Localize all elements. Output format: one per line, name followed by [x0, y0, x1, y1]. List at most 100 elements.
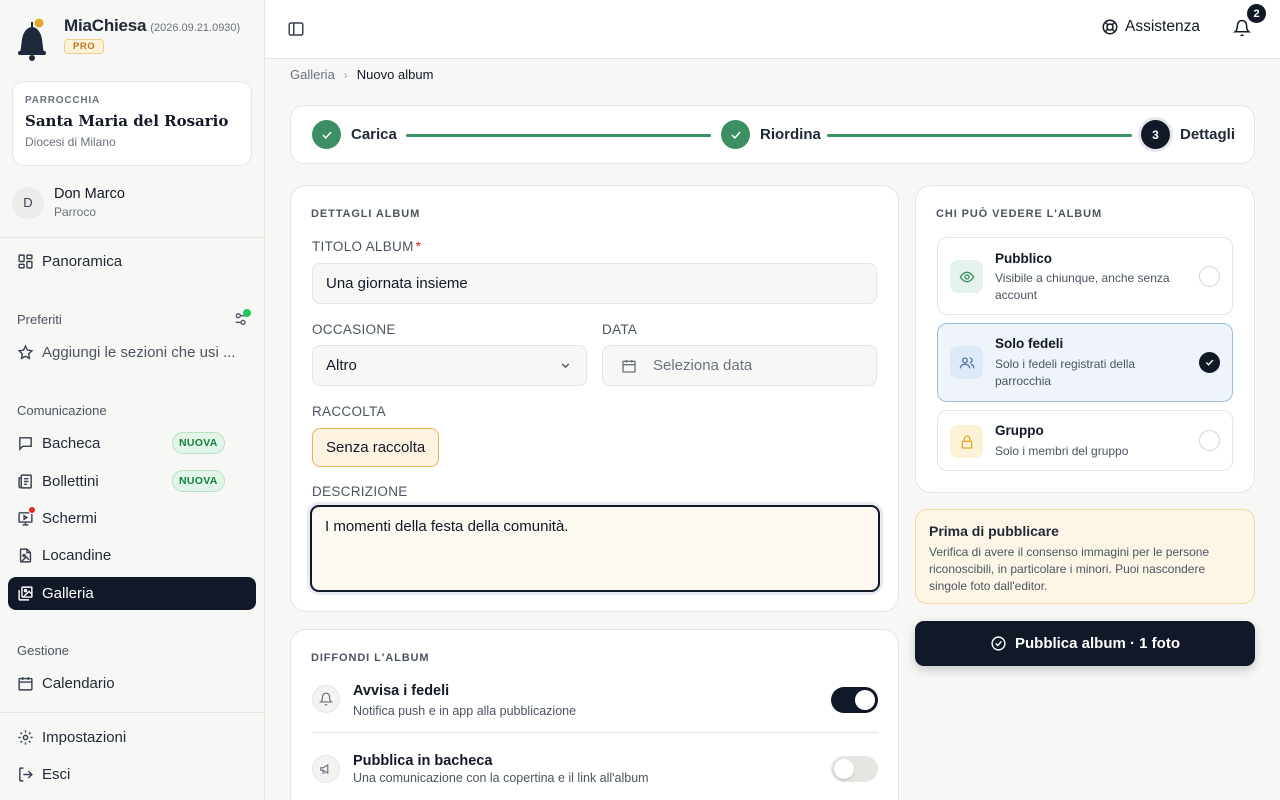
monitor-icon — [17, 506, 36, 527]
step-label-dettagli: Dettagli — [1180, 126, 1236, 143]
collection-label: RACCOLTA — [312, 404, 386, 419]
bell-icon — [312, 685, 340, 713]
favorites-section-title: Preferiti — [17, 312, 62, 327]
check-icon — [1205, 359, 1214, 366]
consent-notice: Prima di pubblicare Verifica di avere il… — [915, 509, 1255, 604]
nav-label: Aggiungi le sezioni che usi ... — [42, 344, 236, 361]
user-name: Don Marco — [54, 186, 125, 202]
parish-diocese: Diocesi di Milano — [25, 135, 116, 149]
nav-item-schermi[interactable]: Schermi — [8, 502, 256, 535]
calendar-icon — [621, 358, 637, 374]
step-connector — [827, 134, 1132, 137]
card-title: DIFFONDI L'ALBUM — [311, 652, 430, 664]
nav-label: Bollettini — [42, 473, 99, 490]
chevron-down-icon — [559, 359, 572, 372]
lock-icon — [950, 425, 983, 458]
add-favorites-item[interactable]: Aggiungi le sezioni che usi ... — [8, 336, 256, 369]
user-profile[interactable]: D Don Marco Parroco — [12, 186, 125, 219]
option-title: Solo fedeli — [995, 336, 1064, 351]
nav-item-bollettini[interactable]: Bollettini NUOVA — [8, 465, 256, 498]
occasion-label: OCCASIONE — [312, 322, 396, 337]
file-image-icon — [17, 547, 34, 564]
megaphone-icon — [312, 755, 340, 783]
bacheca-title: Pubblica in bacheca — [353, 753, 493, 769]
nav-label: Schermi — [42, 510, 98, 527]
album-title-input[interactable]: Una giornata insieme — [312, 263, 877, 304]
parish-name: Santa Maria del Rosario — [25, 112, 229, 130]
occasion-select[interactable]: Altro — [312, 345, 587, 386]
nav-item-esci[interactable]: Esci — [8, 758, 256, 791]
logout-icon — [17, 766, 34, 783]
radio-button[interactable] — [1199, 430, 1220, 451]
nav-label: Locandine — [42, 547, 112, 564]
step-label-riordina[interactable]: Riordina — [760, 126, 821, 143]
parish-label: PARROCCHIA — [25, 95, 101, 106]
nav-label: Impostazioni — [42, 729, 127, 746]
visibility-option-pubblico[interactable]: Pubblico Visibile a chiunque, anche senz… — [937, 237, 1233, 315]
nav-item-panoramica[interactable]: Panoramica — [8, 245, 256, 278]
album-details-card: DETTAGLI ALBUM TITOLO ALBUM * Una giornat… — [290, 185, 899, 612]
nav-item-locandine[interactable]: Locandine — [8, 539, 256, 572]
option-desc: Solo i fedeli registrati della parrocchi… — [995, 357, 1136, 388]
notice-title: Prima di pubblicare — [929, 523, 1059, 539]
check-icon — [312, 120, 341, 149]
images-icon — [17, 585, 34, 602]
new-badge: NUOVA — [172, 432, 225, 454]
lifebuoy-icon — [1102, 19, 1118, 35]
breadcrumb-current: Nuovo album — [356, 67, 434, 82]
description-label: DESCRIZIONE — [312, 484, 408, 499]
chevron-right-icon: › — [343, 67, 348, 82]
radio-button-checked[interactable] — [1199, 352, 1220, 373]
sidebar-toggle-icon[interactable] — [287, 20, 305, 38]
notify-desc: Notifica push e in app alla pubblicazion… — [353, 704, 577, 718]
radio-button[interactable] — [1199, 266, 1220, 287]
nav-label: Panoramica — [42, 253, 123, 270]
nav-label: Esci — [42, 766, 71, 783]
check-icon — [721, 120, 750, 149]
nav-item-calendario[interactable]: Calendario — [8, 667, 256, 700]
user-role: Parroco — [54, 205, 97, 219]
bacheca-desc: Una comunicazione con la copertina e il … — [353, 771, 649, 785]
description-textarea[interactable]: I momenti della festa della comunità. — [310, 505, 880, 592]
required-marker: * — [415, 239, 422, 254]
comm-section-title: Comunicazione — [17, 403, 107, 418]
title-label: TITOLO ALBUM * — [312, 239, 421, 254]
message-icon — [17, 435, 34, 452]
parish-card[interactable]: PARROCCHIA Santa Maria del Rosario Dioce… — [12, 81, 252, 166]
calendar-icon — [17, 675, 34, 692]
star-icon — [17, 344, 34, 361]
date-placeholder: Seleziona data — [653, 357, 753, 374]
nav-item-bacheca[interactable]: Bacheca NUOVA — [8, 427, 256, 460]
card-title: DETTAGLI ALBUM — [311, 208, 421, 220]
customize-favorites-icon[interactable] — [233, 309, 251, 327]
collection-chip-selected[interactable]: Senza raccolta — [312, 428, 440, 467]
visibility-option-gruppo[interactable]: Gruppo Solo i membri del gruppo — [937, 410, 1233, 471]
notify-toggle[interactable] — [831, 687, 878, 713]
date-picker-input[interactable]: Seleziona data — [602, 345, 877, 386]
brand[interactable]: MiaChiesa (2026.09.21.0930) PRO — [14, 16, 240, 62]
newspaper-icon — [17, 473, 34, 490]
nav-item-impostazioni[interactable]: Impostazioni — [8, 721, 256, 754]
users-icon — [950, 346, 983, 379]
plan-badge: PRO — [64, 39, 105, 54]
bacheca-toggle[interactable] — [831, 756, 878, 782]
nav-item-galleria[interactable]: Galleria — [8, 577, 256, 610]
divider — [0, 237, 264, 238]
album-title-value: Una giornata insieme — [326, 275, 468, 292]
breadcrumb-parent[interactable]: Galleria — [290, 67, 335, 82]
notice-text: Verifica di avere il consenso immagini p… — [929, 545, 1210, 593]
album-stepper: Carica Riordina 3 Dettagli — [290, 105, 1255, 164]
publish-album-button[interactable]: Pubblica album · 1 foto — [915, 621, 1255, 666]
help-label: Assistenza — [1125, 18, 1200, 35]
notify-title: Avvisa i fedeli — [353, 683, 450, 699]
help-button[interactable]: Assistenza — [1101, 18, 1200, 36]
option-desc: Visibile a chiunque, anche senza account — [995, 271, 1170, 302]
visibility-option-solo-fedeli[interactable]: Solo fedeli Solo i fedeli registrati del… — [937, 323, 1233, 402]
mgmt-section-title: Gestione — [17, 643, 70, 658]
description-value: I momenti della festa della comunità. — [325, 518, 569, 535]
step-label-carica[interactable]: Carica — [351, 126, 397, 143]
sidebar: MiaChiesa (2026.09.21.0930) PRO PARROCCHI… — [0, 0, 265, 800]
divider — [0, 712, 264, 713]
toggle-knob — [834, 759, 854, 779]
notifications-bell-icon[interactable] — [1233, 19, 1253, 39]
